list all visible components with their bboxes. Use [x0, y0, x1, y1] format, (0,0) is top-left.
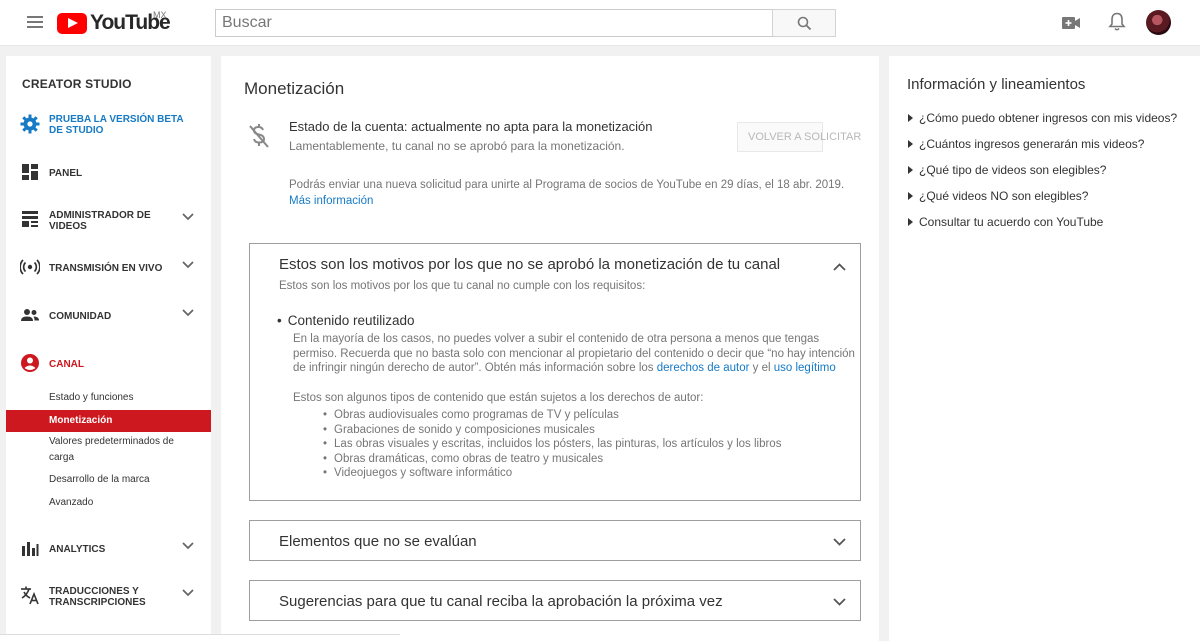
menu-icon[interactable]: [27, 16, 43, 28]
video-camera-icon[interactable]: [1061, 15, 1081, 31]
play-logo-icon: [57, 12, 87, 34]
sidebar-subitem-upload-defaults[interactable]: Valores predeterminados de carga: [6, 434, 211, 466]
sidebar-item-label: CANAL: [49, 359, 84, 370]
sidebar-subitem-branding[interactable]: Desarrollo de la marca: [6, 472, 211, 487]
panel-title: Estos son los motivos por los que no se …: [279, 256, 781, 273]
chevron-down-icon: [182, 213, 194, 221]
sidebar-item-channel[interactable]: CANAL: [6, 347, 211, 381]
reason-title: Contenido reutilizado: [277, 313, 415, 328]
copyright-types-list: Obras audiovisuales como programas de TV…: [323, 408, 781, 481]
bottom-scroll-strip: [0, 634, 400, 641]
dashboard-icon: [22, 164, 38, 180]
sidebar-item-label: COMUNIDAD: [49, 311, 112, 322]
sidebar-item-live[interactable]: TRANSMISIÓN EN VIVO: [6, 251, 211, 285]
panel-title: Elementos que no se evalúan: [279, 533, 477, 550]
reapply-note: Podrás enviar una nueva solicitud para u…: [289, 179, 845, 207]
chevron-down-icon[interactable]: [833, 598, 846, 606]
fair-use-link[interactable]: uso legítimo: [774, 362, 836, 374]
community-icon: [21, 309, 39, 321]
gear-icon: [20, 114, 40, 134]
chevron-down-icon: [182, 589, 194, 597]
chevron-down-icon: [182, 542, 194, 550]
account-status-subtitle: Lamentablemente, tu canal no se aprobó p…: [289, 139, 625, 153]
bell-icon[interactable]: [1108, 12, 1126, 32]
copyright-types-lead: Estos son algunos tipos de contenido que…: [293, 392, 704, 404]
sidebar-item-label: TRADUCCIONES Y TRANSCRIPCIONES: [49, 586, 146, 608]
sidebar-item-panel[interactable]: PANEL: [6, 156, 211, 190]
reason-body: En la mayoría de los casos, no puedes vo…: [293, 333, 855, 374]
translate-icon: [21, 586, 39, 605]
chevron-up-icon[interactable]: [833, 263, 846, 271]
more-info-link[interactable]: Más información: [289, 195, 373, 207]
list-item: Obras audiovisuales como programas de TV…: [323, 408, 781, 423]
main-content: Monetización Estado de la cuenta: actual…: [221, 56, 879, 641]
page-title: Monetización: [244, 79, 345, 98]
video-manager-icon: [22, 211, 38, 227]
creator-studio-title: CREATOR STUDIO: [22, 77, 132, 91]
sidebar-item-analytics[interactable]: ANALYTICS: [6, 532, 211, 566]
channel-user-icon: [21, 354, 39, 372]
sidebar-item-translations[interactable]: TRADUCCIONES Y TRANSCRIPCIONES: [6, 579, 211, 613]
search-input[interactable]: Buscar: [215, 9, 773, 37]
sidebar-item-label: ANALYTICS: [49, 544, 106, 555]
copyright-link[interactable]: derechos de autor: [657, 362, 750, 374]
not-evaluated-panel[interactable]: Elementos que no se evalúan: [249, 520, 861, 561]
suggestions-panel[interactable]: Sugerencias para que tu canal reciba la …: [249, 580, 861, 621]
info-title: Información y lineamientos: [907, 76, 1086, 93]
info-link[interactable]: ¿Qué videos NO son elegibles?: [908, 189, 1177, 215]
reapply-button[interactable]: VOLVER A SOLICITAR: [737, 122, 861, 152]
chevron-down-icon: [182, 261, 194, 269]
avatar[interactable]: [1146, 10, 1171, 35]
list-item: Las obras visuales y escritas, incluidos…: [323, 437, 781, 452]
sidebar-item-video-manager[interactable]: ADMINISTRADOR DE VIDEOS: [6, 203, 211, 237]
sidebar-item-label: PANEL: [49, 168, 83, 179]
sidebar-subitem-monetization[interactable]: Monetización: [6, 410, 211, 432]
info-link[interactable]: ¿Cómo puedo obtener ingresos con mis vid…: [908, 111, 1177, 137]
info-links: ¿Cómo puedo obtener ingresos con mis vid…: [908, 111, 1177, 241]
info-link[interactable]: ¿Cuántos ingresos generarán mis videos?: [908, 137, 1177, 163]
sidebar-item-label: ADMINISTRADOR DE VIDEOS: [49, 210, 151, 232]
rejection-reasons-panel: Estos son los motivos por los que no se …: [249, 243, 861, 501]
top-bar: YouTube MX Buscar: [0, 0, 1200, 46]
live-broadcast-icon: [20, 259, 40, 275]
info-link[interactable]: ¿Qué tipo de videos son elegibles?: [908, 163, 1177, 189]
info-link[interactable]: Consultar tu acuerdo con YouTube: [908, 215, 1177, 241]
panel-title: Sugerencias para que tu canal reciba la …: [279, 593, 723, 610]
account-status-title: Estado de la cuenta: actualmente no apta…: [289, 119, 653, 134]
sidebar-item-community[interactable]: COMUNIDAD: [6, 299, 211, 333]
sidebar-item-label: PRUEBA LA VERSIÓN BETA DE STUDIO: [49, 114, 184, 136]
analytics-icon: [22, 542, 39, 556]
chevron-down-icon[interactable]: [833, 538, 846, 546]
info-sidebar: Información y lineamientos ¿Cómo puedo o…: [889, 56, 1200, 641]
chevron-down-icon: [182, 309, 194, 317]
sidebar-item-beta[interactable]: PRUEBA LA VERSIÓN BETA DE STUDIO: [6, 108, 211, 142]
country-code: MX: [153, 10, 167, 20]
panel-subtitle: Estos son los motivos por los que tu can…: [279, 280, 646, 292]
list-item: Videojuegos y software informático: [323, 466, 781, 481]
list-item: Obras dramáticas, como obras de teatro y…: [323, 452, 781, 467]
search-button[interactable]: [772, 9, 836, 37]
search-icon: [797, 16, 812, 31]
sidebar-subitem-advanced[interactable]: Avanzado: [6, 495, 211, 510]
sidebar-subitem-status[interactable]: Estado y funciones: [6, 390, 211, 405]
sidebar: CREATOR STUDIO PRUEBA LA VERSIÓN BETA DE …: [6, 56, 211, 641]
sidebar-item-label: TRANSMISIÓN EN VIVO: [49, 263, 163, 274]
list-item: Grabaciones de sonido y composiciones mu…: [323, 423, 781, 438]
monetization-off-icon: [249, 124, 269, 148]
